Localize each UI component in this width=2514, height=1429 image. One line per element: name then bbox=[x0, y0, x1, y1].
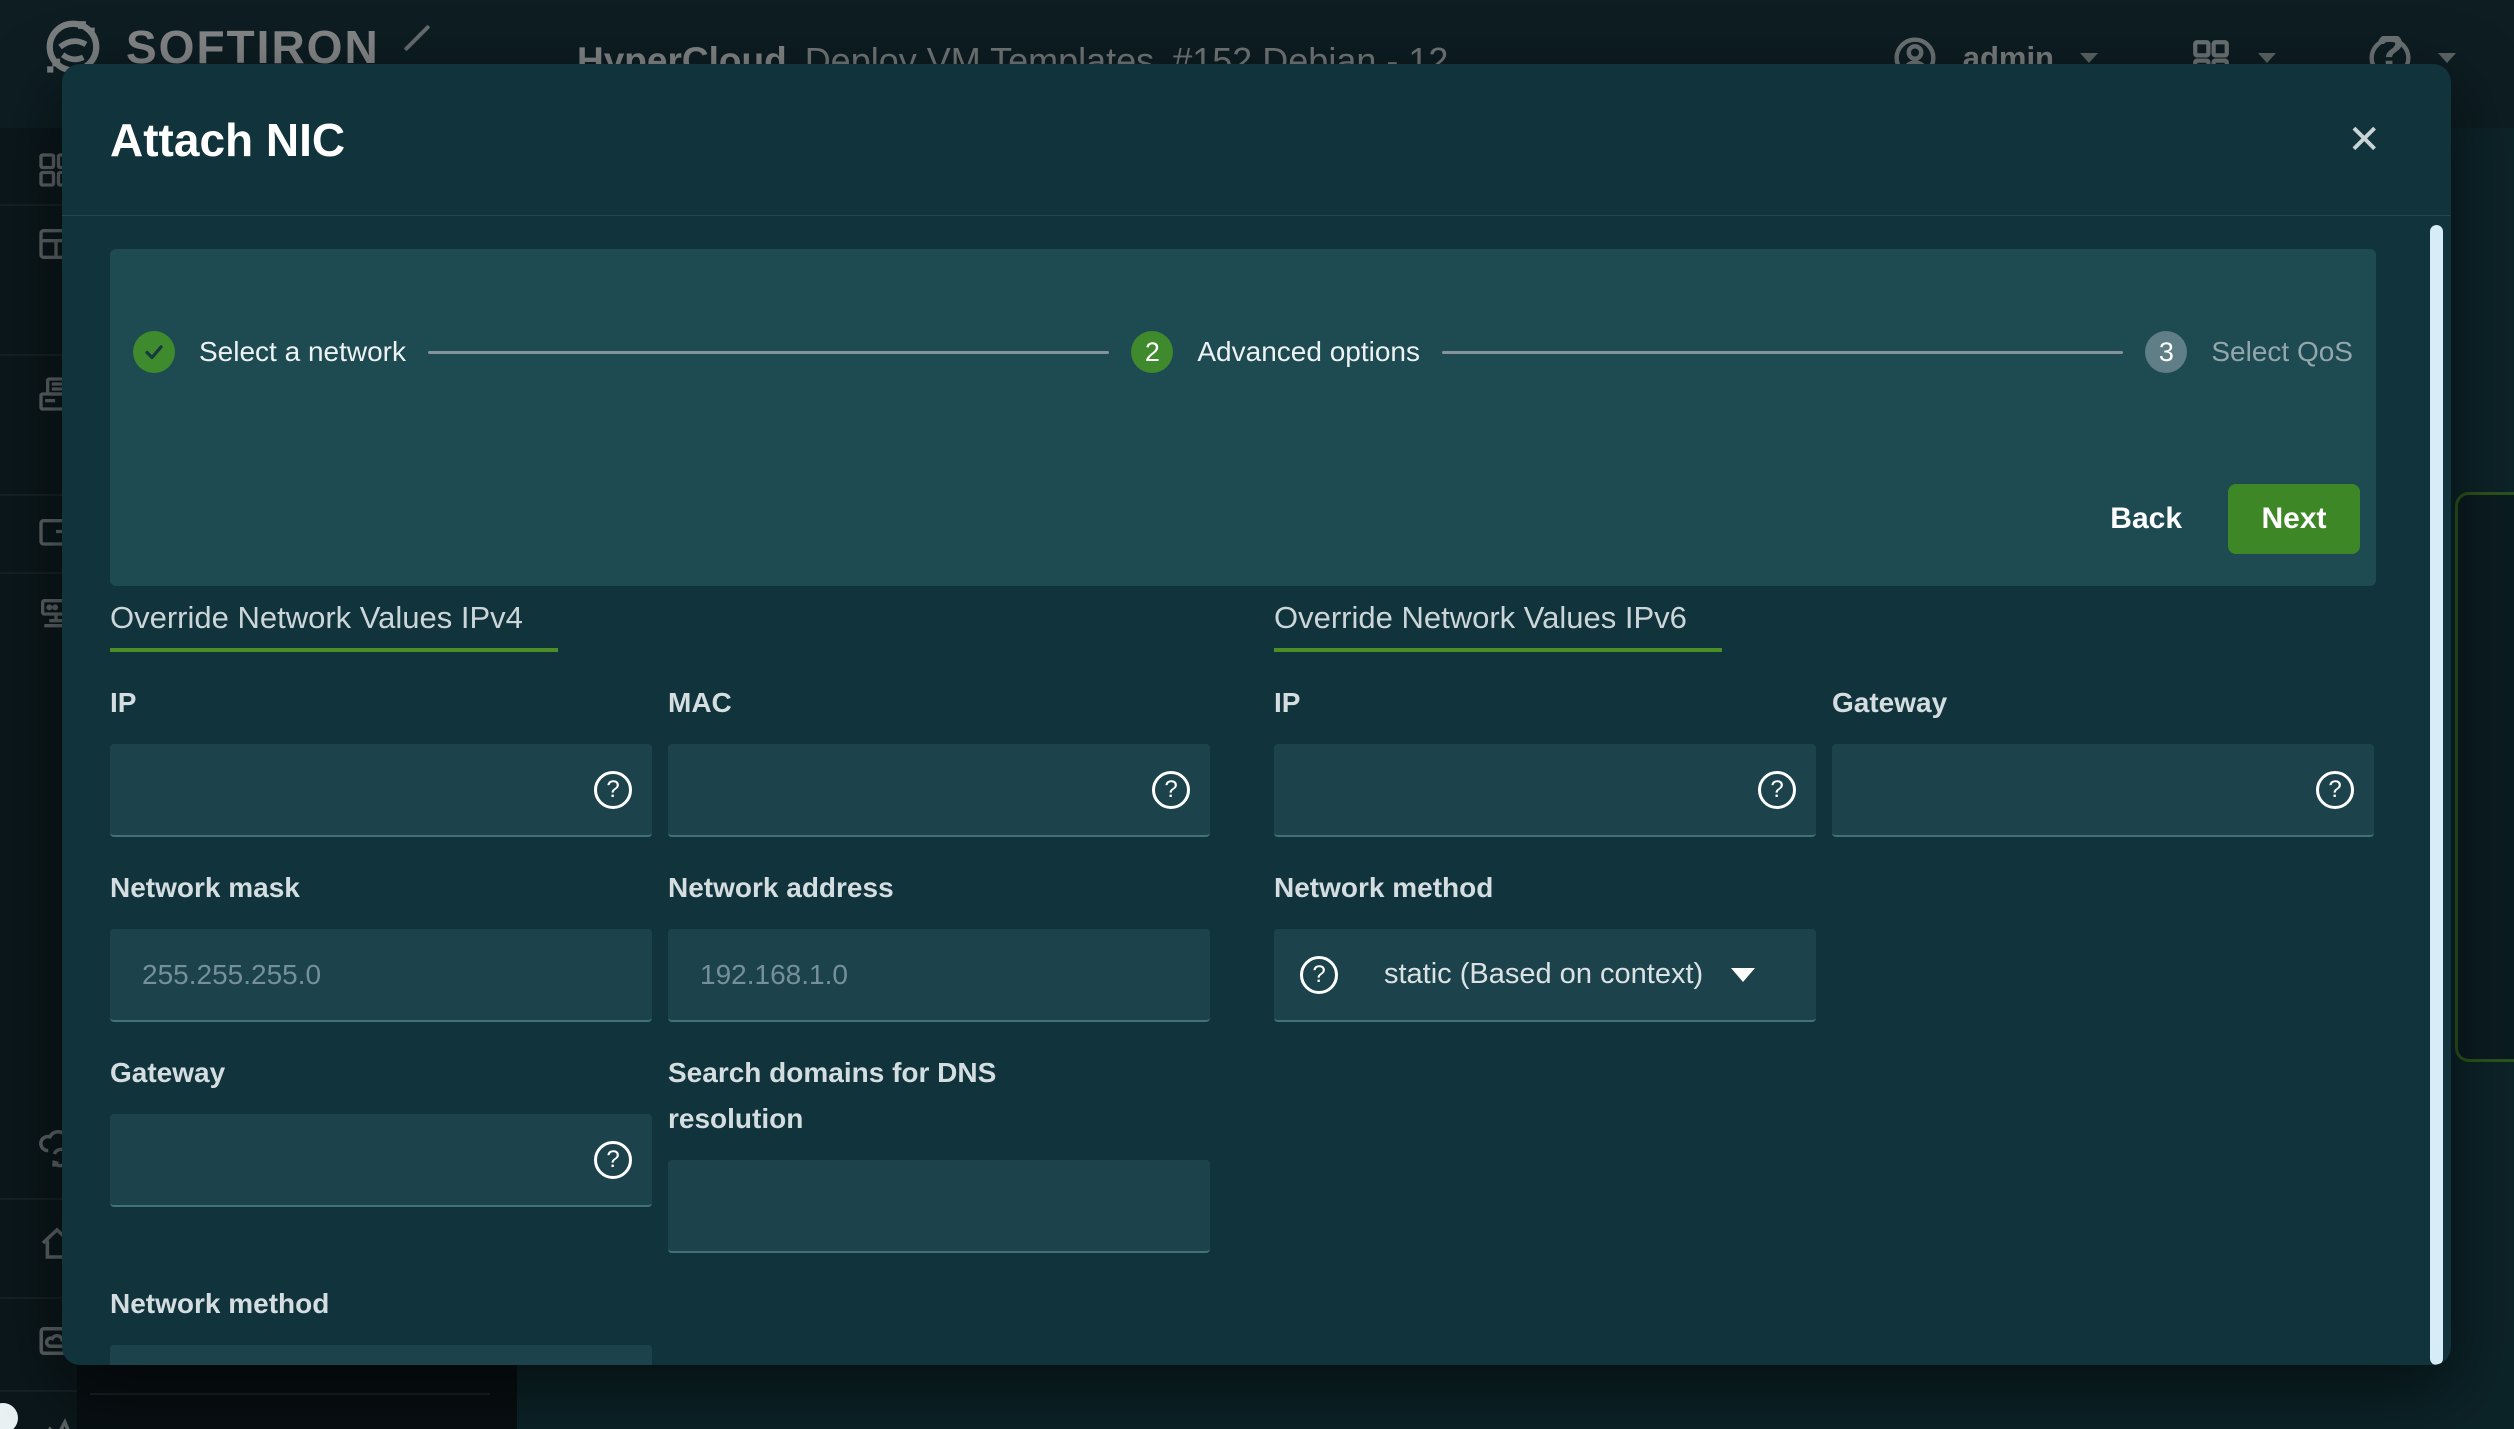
ipv4-method-select[interactable]: ? static (Based on context) bbox=[110, 1345, 652, 1365]
step-2-label: Advanced options bbox=[1197, 336, 1420, 368]
ipv6-method-value: static (Based on context) bbox=[1384, 958, 1703, 991]
page: SOFTIRON HyperCloud Deploy VM Templates … bbox=[0, 0, 2514, 1429]
ipv4-netaddr-input[interactable] bbox=[668, 929, 1210, 1020]
modal-title: Attach NIC bbox=[110, 113, 345, 167]
help-icon[interactable]: ? bbox=[594, 1141, 632, 1179]
stepper-connector bbox=[428, 351, 1109, 354]
ipv4-heading-underline: Override Network Values IPv4 bbox=[110, 586, 558, 652]
ipv6-gateway-input[interactable] bbox=[1832, 744, 2374, 835]
ipv6-method-label: Network method bbox=[1274, 865, 1816, 911]
help-icon[interactable]: ? bbox=[1152, 771, 1190, 809]
stepper-panel: Select a network 2 Advanced options 3 Se… bbox=[110, 249, 2376, 586]
ipv6-ip-field: ? bbox=[1274, 744, 1816, 837]
step-3-label: Select QoS bbox=[2211, 336, 2353, 368]
ipv6-section: Override Network Values IPv6 IP ? Gatewa… bbox=[1274, 586, 2374, 1365]
ipv6-method-select[interactable]: ? static (Based on context) bbox=[1274, 929, 1816, 1022]
ipv4-section: Override Network Values IPv4 IP ? MAC bbox=[110, 586, 1210, 1365]
ipv4-mac-input[interactable] bbox=[668, 744, 1210, 835]
ipv6-heading-underline: Override Network Values IPv6 bbox=[1274, 586, 1722, 652]
ipv4-netmask-input[interactable] bbox=[110, 929, 652, 1020]
chevron-down-icon bbox=[1731, 968, 1755, 982]
step-3-circle: 3 bbox=[2145, 331, 2187, 373]
check-icon bbox=[142, 340, 166, 364]
ipv4-mac-label: MAC bbox=[668, 680, 1210, 726]
ipv4-search-domains-label: Search domains for DNS resolution bbox=[668, 1050, 1098, 1142]
ipv4-gateway-label: Gateway bbox=[110, 1050, 652, 1096]
step-2-circle: 2 bbox=[1131, 331, 1173, 373]
override-sections: Override Network Values IPv4 IP ? MAC bbox=[110, 586, 2376, 1365]
step-advanced-options[interactable]: 2 Advanced options bbox=[1131, 331, 1420, 373]
step-1-label: Select a network bbox=[199, 336, 406, 368]
modal-body: Select a network 2 Advanced options 3 Se… bbox=[62, 217, 2451, 1365]
modal-scrollbar[interactable] bbox=[2430, 225, 2443, 1365]
help-icon[interactable]: ? bbox=[594, 771, 632, 809]
ipv4-netmask-field bbox=[110, 929, 652, 1022]
help-icon[interactable]: ? bbox=[1300, 956, 1338, 994]
ipv4-netaddr-label: Network address bbox=[668, 865, 1210, 911]
ipv4-method-label: Network method bbox=[110, 1281, 652, 1327]
ipv6-heading: Override Network Values IPv6 bbox=[1274, 600, 1687, 635]
help-icon[interactable]: ? bbox=[1758, 771, 1796, 809]
ipv4-ip-input[interactable] bbox=[110, 744, 652, 835]
step-1-complete-circle bbox=[133, 331, 175, 373]
ipv4-heading: Override Network Values IPv4 bbox=[110, 600, 523, 635]
modal-header: Attach NIC ✕ bbox=[62, 64, 2451, 216]
stepper: Select a network 2 Advanced options 3 Se… bbox=[133, 331, 2353, 373]
attach-nic-modal: Attach NIC ✕ Select a network bbox=[62, 64, 2451, 1365]
ipv4-search-domains-field bbox=[668, 1160, 1210, 1253]
close-icon[interactable]: ✕ bbox=[2347, 120, 2381, 160]
next-button[interactable]: Next bbox=[2228, 484, 2360, 554]
step-select-qos[interactable]: 3 Select QoS bbox=[2145, 331, 2353, 373]
stepper-connector bbox=[1442, 351, 2123, 354]
step-select-network[interactable]: Select a network bbox=[133, 331, 406, 373]
ipv6-ip-input[interactable] bbox=[1274, 744, 1816, 835]
stepper-actions: Back Next bbox=[2110, 484, 2360, 554]
ipv4-mac-field: ? bbox=[668, 744, 1210, 837]
ipv4-ip-label: IP bbox=[110, 680, 652, 726]
ipv6-ip-label: IP bbox=[1274, 680, 1816, 726]
ipv4-search-domains-input[interactable] bbox=[668, 1160, 1210, 1251]
ipv4-netmask-label: Network mask bbox=[110, 865, 652, 911]
ipv6-gateway-field: ? bbox=[1832, 744, 2374, 837]
ipv4-netaddr-field bbox=[668, 929, 1210, 1022]
ipv4-ip-field: ? bbox=[110, 744, 652, 837]
ipv6-gateway-label: Gateway bbox=[1832, 680, 2374, 726]
help-icon[interactable]: ? bbox=[2316, 771, 2354, 809]
back-button[interactable]: Back bbox=[2110, 502, 2182, 536]
ipv4-gateway-input[interactable] bbox=[110, 1114, 652, 1205]
ipv4-gateway-field: ? bbox=[110, 1114, 652, 1207]
